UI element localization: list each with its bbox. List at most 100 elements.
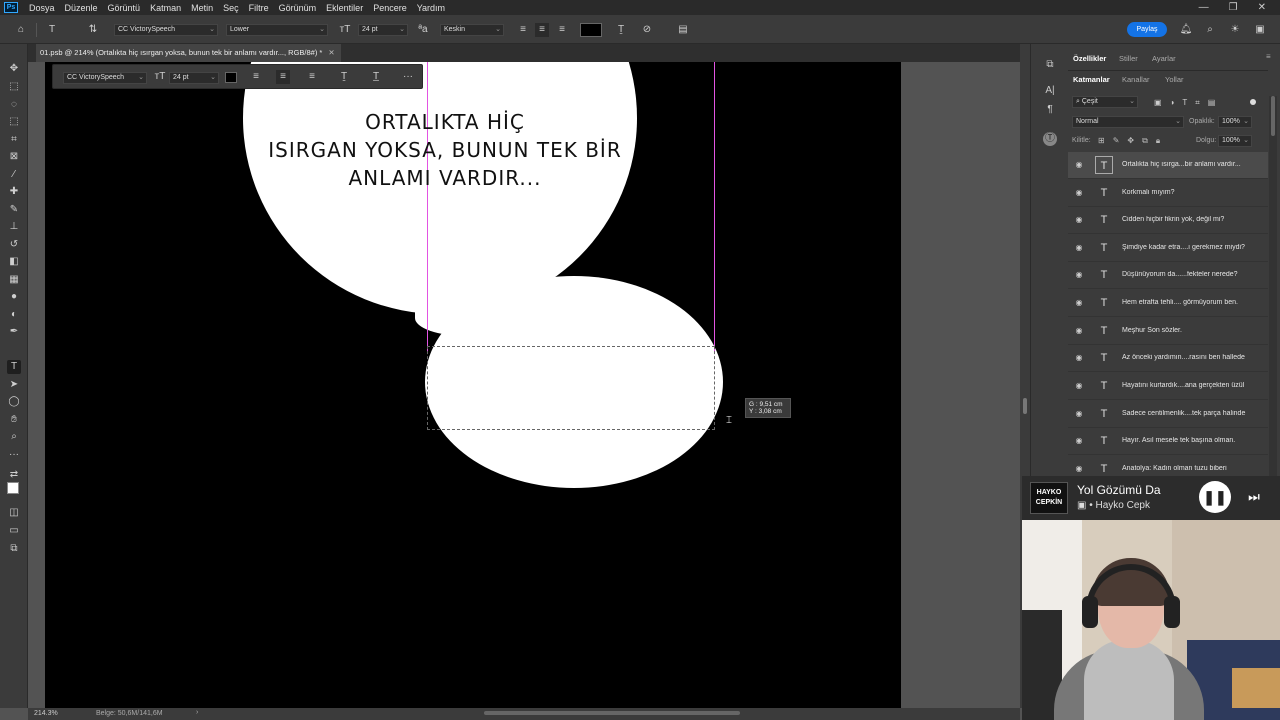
tab-properties[interactable]: Özellikler [1073, 54, 1106, 63]
doc-info[interactable]: Belge: 50,6M/141,6M [96, 710, 163, 717]
tab-channels[interactable]: Kanallar [1122, 75, 1150, 84]
layer-name[interactable]: Az önceki yardımın....rasını ben hallede [1122, 354, 1266, 361]
hand-tool-icon[interactable]: ✋︎ [7, 413, 21, 427]
warp-text-icon[interactable]: Ṯ [614, 23, 628, 37]
foreground-color-swatch[interactable] [7, 482, 19, 494]
discover-icon[interactable]: ☀ [1228, 23, 1242, 37]
font-size-select[interactable]: 24 pt ⌄ [358, 24, 408, 36]
eye-icon[interactable]: ◉ [1074, 160, 1084, 170]
ctx-font-size-select[interactable]: 24 pt ⌄ [169, 72, 219, 84]
text-box-marquee[interactable] [427, 346, 715, 430]
ctx-type-options-icon[interactable]: T̲ [369, 70, 383, 84]
ctx-align-left-icon[interactable]: ≡ [249, 70, 263, 84]
eye-icon[interactable]: ◉ [1074, 188, 1084, 198]
panel-menu-icon[interactable]: ≡ [1266, 52, 1271, 61]
pen-tool-icon[interactable]: ✒ [7, 325, 21, 339]
ctx-font-family-select[interactable]: CC VictorySpeech ⌄ [63, 72, 147, 84]
export-icon[interactable]: ⧉ [7, 542, 21, 556]
tab-layers[interactable]: Katmanlar [1073, 75, 1110, 84]
lasso-tool-icon[interactable]: ◌ [7, 98, 21, 112]
blur-tool-icon[interactable]: ● [7, 290, 21, 304]
antialias-select[interactable]: Keskin ⌄ [440, 24, 504, 36]
minimize-icon[interactable]: — [1199, 2, 1209, 13]
eye-icon[interactable]: ◉ [1074, 436, 1084, 446]
type-tool-preset-icon[interactable]: T [45, 23, 59, 37]
gradient-tool-icon[interactable]: ▦ [7, 273, 21, 287]
align-center-icon[interactable]: ≡ [535, 23, 549, 37]
menu-gorunum[interactable]: Görünüm [274, 3, 322, 13]
eye-icon[interactable]: ◉ [1074, 464, 1084, 474]
menu-katman[interactable]: Katman [145, 3, 186, 13]
crop-tool-icon[interactable]: ⌗ [7, 133, 21, 147]
object-select-tool-icon[interactable]: ⬚ [7, 115, 21, 129]
home-icon[interactable]: ⌂ [14, 23, 28, 37]
text-orientation-icon[interactable]: ⇅ [86, 23, 100, 37]
healing-brush-tool-icon[interactable]: ✚ [7, 185, 21, 199]
guide-line-left[interactable] [427, 62, 428, 352]
share-button[interactable]: Paylaş [1127, 22, 1167, 37]
menu-duzenle[interactable]: Düzenle [60, 3, 103, 13]
workspace-icon[interactable]: ▣ [1253, 23, 1267, 37]
next-track-icon[interactable]: ⏭︎ [1244, 487, 1264, 507]
eyedropper-tool-icon[interactable]: ⁄ [7, 168, 21, 182]
pause-button[interactable]: ❚❚ [1199, 481, 1231, 513]
align-left-icon[interactable]: ≡ [516, 23, 530, 37]
tab-paths[interactable]: Yollar [1165, 75, 1184, 84]
character-panel-icon[interactable]: ▤ [676, 23, 690, 37]
tab-adjustments[interactable]: Ayarlar [1152, 54, 1176, 63]
lock-icons[interactable]: ⊞✎✥⧉🔒︎ [1098, 136, 1168, 146]
ellipse-tool-icon[interactable]: ◯ [7, 395, 21, 409]
layer-name[interactable]: Sadece centilmenlik....tek parça halinde [1122, 410, 1266, 417]
menu-metin[interactable]: Metin [186, 3, 218, 13]
font-family-select[interactable]: CC VictorySpeech ⌄ [114, 24, 218, 36]
menu-filtre[interactable]: Filtre [244, 3, 274, 13]
layer-row[interactable]: ◉ T Şimdiye kadar etra....ı gerekmez miydi… [1068, 235, 1268, 262]
layer-row[interactable]: ◉ T Az önceki yardımın....rasını ben halle… [1068, 345, 1268, 372]
character-panel-icon[interactable]: A| [1043, 84, 1057, 98]
layer-row[interactable]: ◉ T Korkmalı mıyım? [1068, 180, 1268, 207]
eye-icon[interactable]: ◉ [1074, 381, 1084, 391]
paragraph-panel-icon[interactable]: ¶ [1043, 103, 1057, 117]
ctx-warp-icon[interactable]: Ṯ [337, 70, 351, 84]
clone-stamp-tool-icon[interactable]: ⊥ [7, 220, 21, 234]
cancel-edit-icon[interactable]: ⊘ [640, 23, 654, 37]
filter-toggle-icon[interactable] [1250, 99, 1256, 105]
bell-icon[interactable]: 🔔︎ [1179, 23, 1193, 37]
opacity-field[interactable]: 100% ⌄ [1218, 116, 1252, 128]
eye-icon[interactable]: ◉ [1074, 215, 1084, 225]
layer-row[interactable]: ◉ T Düşünüyorum da......fekteler nerede? [1068, 262, 1268, 289]
eye-icon[interactable]: ◉ [1074, 326, 1084, 336]
restore-icon[interactable]: ❐ [1229, 2, 1238, 13]
eraser-tool-icon[interactable]: ◧ [7, 255, 21, 269]
layer-filter-icons[interactable]: ▣◑T⌗▤ [1154, 98, 1223, 108]
swap-colors-icon[interactable]: ⇄ [7, 468, 21, 482]
zoom-tool-icon[interactable]: ⌕ [7, 430, 21, 444]
ctx-align-center-icon[interactable]: ≡ [276, 70, 290, 84]
horizontal-scrollbar[interactable] [484, 711, 740, 715]
glyphs-panel-icon[interactable]: Ⓣ [1043, 132, 1057, 146]
menu-goruntu[interactable]: Görüntü [103, 3, 146, 13]
move-tool-icon[interactable]: ✥ [7, 62, 21, 76]
screen-mode-icon[interactable]: ▭ [7, 524, 21, 538]
history-brush-tool-icon[interactable]: ↺ [7, 238, 21, 252]
eye-icon[interactable]: ◉ [1074, 409, 1084, 419]
layer-row[interactable]: ◉ T Ortalıkta hiç ısırga...bir anlamı vard… [1068, 152, 1268, 179]
tab-styles[interactable]: Stiller [1119, 54, 1138, 63]
frame-tool-icon[interactable]: ⊠ [7, 150, 21, 164]
text-color-swatch[interactable] [580, 23, 602, 37]
layer-name[interactable]: Hayatını kurtardık....ana gerçekten üzül [1122, 382, 1266, 389]
layer-name[interactable]: Hem etrafta tehli.... görmüyorum ben. [1122, 299, 1266, 306]
menu-pencere[interactable]: Pencere [368, 3, 412, 13]
dodge-tool-icon[interactable]: ◐ [7, 308, 21, 322]
more-tools-icon[interactable]: ··· [7, 448, 21, 462]
layer-name[interactable]: Şimdiye kadar etra....ı gerekmez miydi? [1122, 244, 1266, 251]
brush-tool-icon[interactable]: ✎ [7, 203, 21, 217]
bubble-text[interactable]: ORTALIKTA HİÇ ISIRGAN YOKSA, BUNUN TEK B… [245, 108, 645, 192]
layer-row[interactable]: ◉ T Cidden hiçbir fikrin yok, değil mi? [1068, 207, 1268, 234]
layer-row[interactable]: ◉ T Hem etrafta tehli.... görmüyorum ben. [1068, 290, 1268, 317]
artboard[interactable]: ORTALIKTA HİÇ ISIRGAN YOKSA, BUNUN TEK B… [45, 62, 901, 708]
fill-field[interactable]: 100% ⌄ [1218, 135, 1252, 147]
align-right-icon[interactable]: ≡ [555, 23, 569, 37]
history-panel-icon[interactable]: ⧉ [1043, 58, 1057, 72]
layer-name[interactable]: Meşhur Son sözler. [1122, 327, 1266, 334]
